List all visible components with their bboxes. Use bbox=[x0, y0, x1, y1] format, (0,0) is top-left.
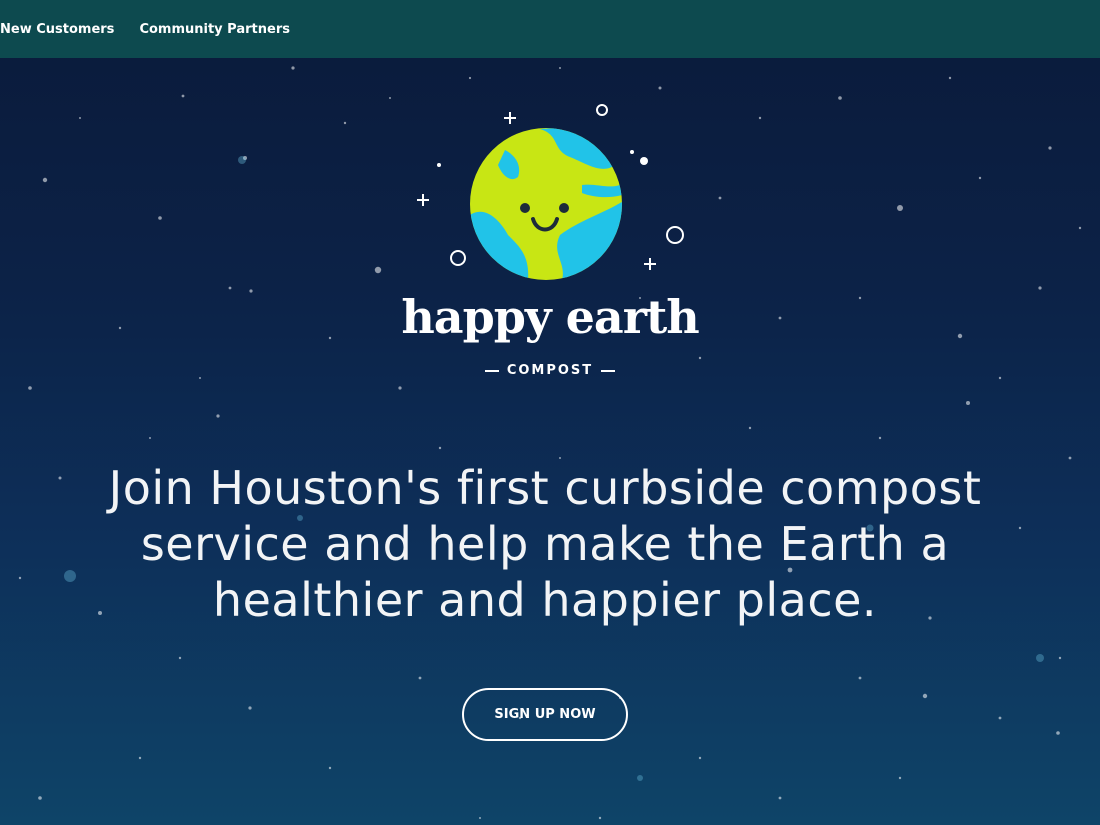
brand-subtitle: COMPOST bbox=[400, 363, 700, 378]
smiling-earth-icon bbox=[417, 104, 684, 280]
sign-up-button[interactable]: SIGN UP NOW bbox=[462, 688, 628, 741]
nav-link-community-partners[interactable]: Community Partners bbox=[139, 22, 290, 37]
landing-page: New Customers Community Partners happy e… bbox=[0, 0, 1100, 825]
nav-link-new-customers[interactable]: New Customers bbox=[0, 22, 114, 37]
brand-name: happy earth bbox=[401, 290, 699, 344]
divider bbox=[484, 369, 499, 372]
brand-subtitle-text: COMPOST bbox=[506, 363, 594, 378]
hero-headline: Join Houston's first curbside compost se… bbox=[108, 461, 982, 627]
top-navigation: New Customers Community Partners bbox=[0, 0, 1100, 58]
divider bbox=[601, 369, 616, 372]
